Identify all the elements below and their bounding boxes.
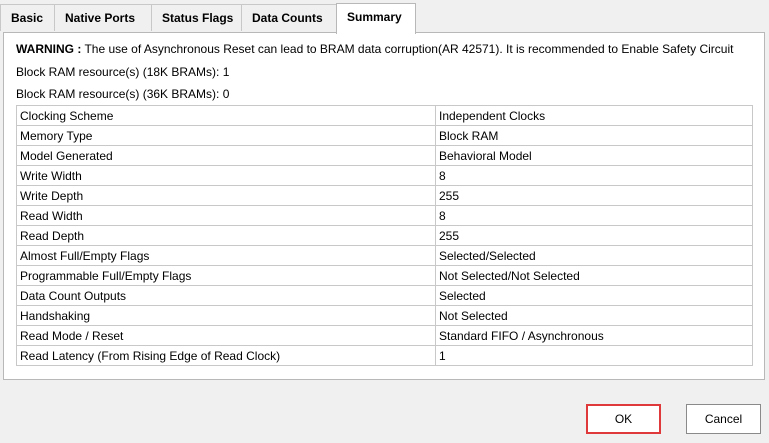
warning-prefix: WARNING :	[16, 42, 82, 56]
table-row: Read Width 8	[16, 205, 753, 226]
row-key: Memory Type	[16, 125, 436, 146]
tab-data-counts[interactable]: Data Counts	[241, 4, 337, 31]
row-value: Not Selected/Not Selected	[435, 265, 753, 286]
row-key: Read Latency (From Rising Edge of Read C…	[16, 345, 436, 366]
table-row: Programmable Full/Empty Flags Not Selecte…	[16, 265, 753, 286]
row-key: Programmable Full/Empty Flags	[16, 265, 436, 286]
tab-summary[interactable]: Summary	[336, 3, 416, 34]
row-key: Almost Full/Empty Flags	[16, 245, 436, 266]
table-row: Almost Full/Empty Flags Selected/Selected	[16, 245, 753, 266]
row-value: 1	[435, 345, 753, 366]
row-key: Model Generated	[16, 145, 436, 166]
row-value: Selected/Selected	[435, 245, 753, 266]
summary-table: Clocking Scheme Independent Clocks Memory…	[16, 105, 753, 366]
row-key: Write Depth	[16, 185, 436, 206]
row-value: Independent Clocks	[435, 105, 753, 126]
cancel-button[interactable]: Cancel	[686, 404, 761, 434]
row-key: Write Width	[16, 165, 436, 186]
warning-message: WARNING : The use of Asynchronous Reset …	[16, 42, 733, 56]
row-value: Not Selected	[435, 305, 753, 326]
table-row: Write Width 8	[16, 165, 753, 186]
bram-18k-line: Block RAM resource(s) (18K BRAMs): 1	[16, 65, 230, 79]
summary-panel: WARNING : The use of Asynchronous Reset …	[3, 32, 765, 380]
row-value: Selected	[435, 285, 753, 306]
ok-button[interactable]: OK	[586, 404, 661, 434]
table-row: Model Generated Behavioral Model	[16, 145, 753, 166]
row-key: Read Mode / Reset	[16, 325, 436, 346]
row-value: 8	[435, 205, 753, 226]
row-key: Data Count Outputs	[16, 285, 436, 306]
table-row: Read Depth 255	[16, 225, 753, 246]
row-value: 255	[435, 185, 753, 206]
table-row: Handshaking Not Selected	[16, 305, 753, 326]
row-value: 255	[435, 225, 753, 246]
tab-native-ports[interactable]: Native Ports	[54, 4, 152, 31]
row-value: Standard FIFO / Asynchronous	[435, 325, 753, 346]
row-key: Clocking Scheme	[16, 105, 436, 126]
tab-basic[interactable]: Basic	[0, 4, 55, 31]
row-key: Read Depth	[16, 225, 436, 246]
row-value: Block RAM	[435, 125, 753, 146]
table-row: Read Mode / Reset Standard FIFO / Asynchr…	[16, 325, 753, 346]
table-row: Write Depth 255	[16, 185, 753, 206]
row-key: Handshaking	[16, 305, 436, 326]
table-row: Data Count Outputs Selected	[16, 285, 753, 306]
tab-status-flags[interactable]: Status Flags	[151, 4, 242, 31]
bram-36k-line: Block RAM resource(s) (36K BRAMs): 0	[16, 87, 230, 101]
warning-text: The use of Asynchronous Reset can lead t…	[81, 42, 734, 56]
table-row: Memory Type Block RAM	[16, 125, 753, 146]
table-row: Read Latency (From Rising Edge of Read C…	[16, 345, 753, 366]
row-value: Behavioral Model	[435, 145, 753, 166]
table-row: Clocking Scheme Independent Clocks	[16, 105, 753, 126]
row-key: Read Width	[16, 205, 436, 226]
row-value: 8	[435, 165, 753, 186]
tab-bar: Basic Native Ports Status Flags Data Cou…	[0, 0, 769, 34]
